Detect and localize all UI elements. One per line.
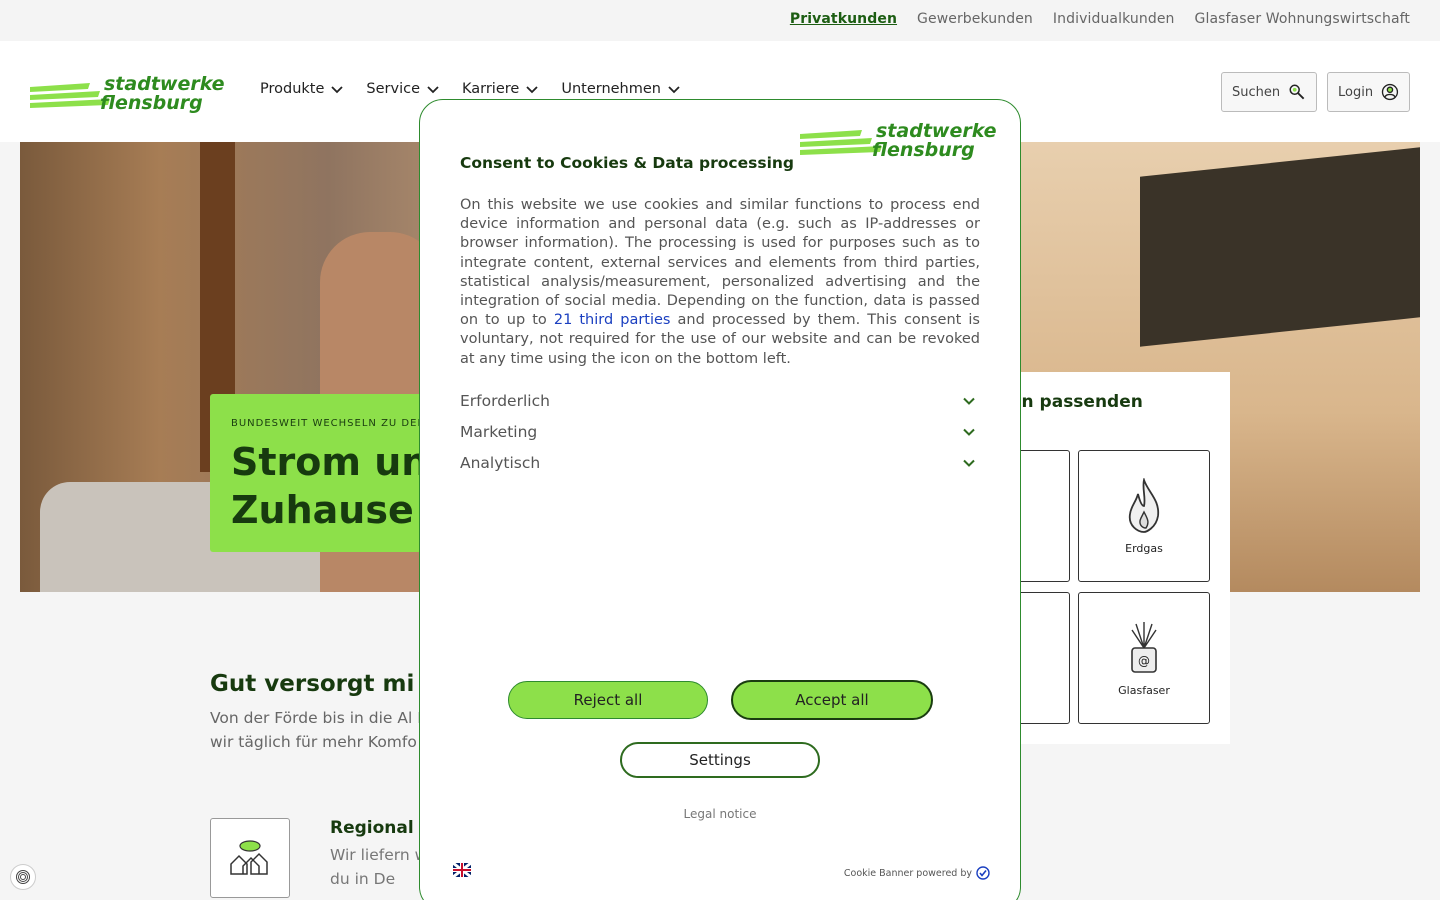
user-icon: [1381, 83, 1399, 101]
accept-all-button[interactable]: Accept all: [731, 680, 933, 720]
segment-link-privatkunden[interactable]: Privatkunden: [790, 11, 897, 27]
login-button[interactable]: Login: [1327, 72, 1410, 112]
nav-item-karriere[interactable]: Karriere: [462, 81, 539, 97]
settings-button[interactable]: Settings: [620, 742, 820, 778]
promo-headline: Strom un Zuhause: [231, 438, 428, 534]
cookie-settings-fingerprint-button[interactable]: [10, 864, 36, 890]
hero-painting: [1140, 147, 1420, 347]
legal-notice-link[interactable]: Legal notice: [420, 807, 1020, 821]
regional-icon-box: [210, 818, 290, 898]
main-nav: Produkte Service Karriere Unternehmen: [260, 81, 681, 97]
powered-by: Cookie Banner powered by: [844, 866, 990, 880]
usercentrics-shield-icon: [976, 866, 990, 880]
nav-item-service[interactable]: Service: [366, 81, 440, 97]
nav-label: Service: [366, 81, 420, 97]
third-parties-link[interactable]: 21 third parties: [554, 312, 671, 328]
consent-title: Consent to Cookies & Data processing: [460, 154, 795, 172]
flame-icon: [1128, 477, 1160, 533]
promo-headline-line1: Strom un: [231, 440, 429, 484]
chevron-down-icon: [963, 397, 975, 405]
chevron-down-icon: [427, 86, 439, 94]
category-marketing[interactable]: Marketing: [460, 420, 976, 444]
search-icon: [1289, 84, 1305, 100]
login-label: Login: [1338, 84, 1374, 100]
stadtwerke-logo[interactable]: stadtwerke flensburg: [30, 73, 225, 113]
hero-promo-box: BUNDESWEIT WECHSELN ZU DEN Strom un Zuha…: [210, 394, 450, 552]
segment-link-glasfaser[interactable]: Glasfaser Wohnungswirtschaft: [1195, 11, 1411, 27]
category-label: Marketing: [460, 423, 538, 441]
regional-heading: Regional: [330, 818, 414, 838]
tariff-card-glasfaser[interactable]: @ Glasfaser: [1078, 592, 1210, 724]
search-label: Suchen: [1232, 84, 1281, 100]
tariff-title: en passenden: [1010, 392, 1143, 412]
fingerprint-icon: [16, 870, 30, 884]
tariff-selector: en passenden Erdgas ne @ Glasfaser: [938, 372, 1230, 744]
tariff-card-erdgas[interactable]: Erdgas: [1078, 450, 1210, 582]
reject-all-button[interactable]: Reject all: [508, 681, 708, 719]
nav-label: Produkte: [260, 81, 325, 97]
language-flag-icon[interactable]: [453, 863, 471, 877]
category-erforderlich[interactable]: Erforderlich: [460, 389, 976, 413]
fiber-icon: @: [1131, 621, 1157, 673]
cookie-consent-dialog: stadtwerke flensburg Consent to Cookies …: [419, 99, 1021, 900]
section-heading: Gut versorgt mi: [210, 671, 415, 697]
segment-links: Privatkunden Gewerbekunden Individualkun…: [790, 11, 1410, 27]
tariff-card-label: Glasfaser: [1118, 683, 1170, 697]
consent-body-text: On this website we use cookies and simil…: [460, 197, 980, 329]
chevron-down-icon: [963, 459, 975, 467]
nav-item-unternehmen[interactable]: Unternehmen: [561, 81, 681, 97]
powered-by-label: Cookie Banner powered by: [843, 867, 972, 879]
chevron-down-icon: [668, 86, 680, 94]
top-bar: Privatkunden Gewerbekunden Individualkun…: [0, 0, 1440, 41]
stadtwerke-logo: stadtwerke flensburg: [800, 120, 997, 160]
houses-icon: [230, 840, 268, 875]
svg-text:@: @: [1138, 654, 1150, 668]
search-button[interactable]: Suchen: [1221, 72, 1317, 112]
category-analytisch[interactable]: Analytisch: [460, 451, 976, 475]
logo-text-bottom: flensburg: [100, 92, 203, 113]
nav-label: Karriere: [462, 81, 520, 97]
consent-body: On this website we use cookies and simil…: [460, 196, 980, 369]
nav-item-produkte[interactable]: Produkte: [260, 81, 344, 97]
nav-label: Unternehmen: [561, 81, 661, 97]
tariff-card-label: Erdgas: [1125, 541, 1163, 555]
logo-text-bottom: flensburg: [872, 139, 975, 160]
chevron-down-icon: [331, 86, 344, 94]
chevron-down-icon: [526, 86, 538, 94]
segment-link-individualkunden[interactable]: Individualkunden: [1053, 11, 1175, 27]
chevron-down-icon: [963, 428, 975, 436]
promo-headline-line2: Zuhause: [231, 488, 414, 532]
segment-link-gewerbekunden[interactable]: Gewerbekunden: [917, 11, 1033, 27]
category-label: Analytisch: [460, 454, 541, 472]
promo-kicker: BUNDESWEIT WECHSELN ZU DEN: [231, 418, 426, 429]
category-label: Erforderlich: [460, 392, 550, 410]
